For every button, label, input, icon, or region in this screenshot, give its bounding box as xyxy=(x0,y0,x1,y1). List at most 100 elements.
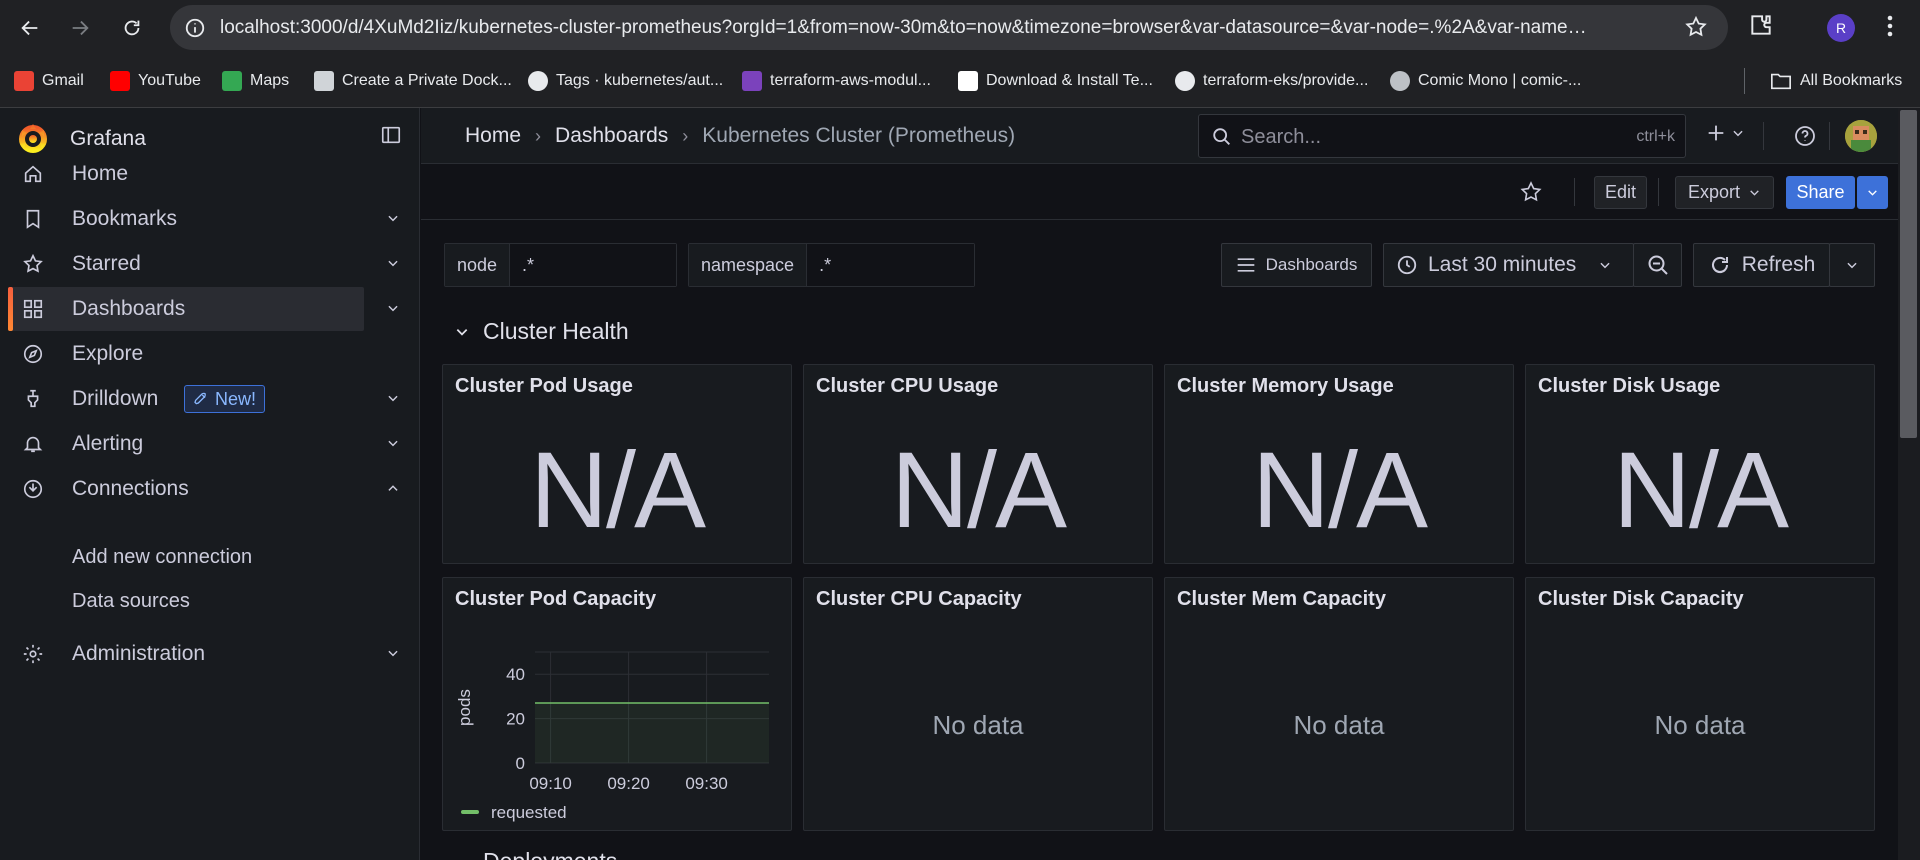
help-icon[interactable] xyxy=(1793,124,1817,148)
all-bookmarks-button[interactable]: All Bookmarks xyxy=(1770,71,1902,91)
chevron-down-icon[interactable] xyxy=(386,301,400,315)
data-sources-link[interactable]: Data sources xyxy=(72,590,190,613)
bookmark-label: Download & Install Te... xyxy=(986,72,1153,89)
chevron-down-icon[interactable] xyxy=(386,646,400,660)
top-nav-bar: Home › Dashboards › Kubernetes Cluster (… xyxy=(421,108,1900,164)
share-button[interactable]: Share xyxy=(1786,176,1855,209)
sidebar-item-dashboards[interactable]: Dashboards xyxy=(8,287,398,331)
bookmark-item[interactable]: Tags · kubernetes/aut... xyxy=(528,71,723,91)
clock-icon xyxy=(1397,255,1417,275)
variable-node-input[interactable]: .* xyxy=(510,244,676,286)
github-icon xyxy=(528,71,548,91)
extensions-icon[interactable] xyxy=(1748,12,1774,38)
sidebar-item-starred[interactable]: Starred xyxy=(8,242,398,286)
row-cluster-health[interactable]: Cluster Health xyxy=(455,318,629,345)
breadcrumb-separator-icon: › xyxy=(535,125,542,146)
sidebar-item-bookmarks[interactable]: Bookmarks xyxy=(8,197,398,241)
bookmark-item[interactable]: Maps xyxy=(222,71,289,91)
add-new-connection-link[interactable]: Add new connection xyxy=(72,546,252,569)
sidebar-item-connections[interactable]: Connections xyxy=(8,467,398,511)
series-area xyxy=(535,703,769,763)
reload-button[interactable] xyxy=(116,12,148,44)
back-button[interactable] xyxy=(14,12,46,44)
refresh-button[interactable]: Refresh xyxy=(1693,243,1830,287)
panel-cluster-pod-capacity[interactable]: Cluster Pod Capacity 0 20 40 09:10 09:20 09:3… xyxy=(442,577,792,831)
new-menu-button[interactable] xyxy=(1705,122,1745,144)
bookmark-item[interactable]: Create a Private Dock... xyxy=(314,71,512,91)
sidebar-item-label: Administration xyxy=(72,642,206,665)
bookmark-item[interactable]: terraform-eks/provide... xyxy=(1175,71,1368,91)
bookmark-item[interactable]: Comic Mono | comic-... xyxy=(1390,71,1581,91)
globe-icon xyxy=(1390,71,1410,91)
time-range-picker[interactable]: Last 30 minutes xyxy=(1383,243,1634,287)
search-input[interactable]: Search... ctrl+k xyxy=(1198,114,1686,158)
breadcrumb-dashboards[interactable]: Dashboards xyxy=(555,124,668,148)
plus-icon xyxy=(1708,125,1724,141)
sidebar-item-administration[interactable]: Administration xyxy=(8,632,398,676)
panel-title: Cluster Pod Usage xyxy=(455,375,633,397)
scrollbar-thumb[interactable] xyxy=(1900,110,1917,438)
page-scrollbar[interactable] xyxy=(1898,108,1920,860)
refresh-label: Refresh xyxy=(1741,253,1816,276)
site-info-icon[interactable] xyxy=(184,17,206,39)
dashboards-links-button[interactable]: Dashboards xyxy=(1221,243,1372,287)
connections-icon xyxy=(23,479,43,499)
panel-cluster-cpu-usage[interactable]: Cluster CPU Usage N/A xyxy=(803,364,1153,564)
address-bar[interactable]: localhost:3000/d/4XuMd2Iiz/kubernetes-cl… xyxy=(170,5,1728,50)
variable-label: namespace xyxy=(689,244,808,286)
panel-title: Cluster Memory Usage xyxy=(1177,375,1394,397)
sidebar-item-label: Drilldown xyxy=(72,387,159,410)
grafana-home-link[interactable]: Grafana xyxy=(16,122,146,156)
bookmark-item[interactable]: terraform-aws-modul... xyxy=(742,71,931,91)
sidebar-item-home[interactable]: Home xyxy=(8,152,364,196)
chevron-down-icon[interactable] xyxy=(386,436,400,450)
folder-icon xyxy=(1771,73,1791,90)
row-title: Cluster Health xyxy=(483,318,629,344)
sidebar-item-alerting[interactable]: Alerting xyxy=(8,422,398,466)
all-bookmarks-label: All Bookmarks xyxy=(1800,72,1903,89)
sidebar-item-drilldown[interactable]: Drilldown New! xyxy=(8,377,398,421)
chevron-down-icon[interactable] xyxy=(386,256,400,270)
bookmark-item[interactable]: YouTube xyxy=(110,71,201,91)
row-deployments[interactable]: Deployments xyxy=(483,848,617,860)
sidebar-item-label: Bookmarks xyxy=(72,207,178,230)
refresh-interval-picker[interactable] xyxy=(1829,243,1875,287)
share-menu-button[interactable] xyxy=(1857,176,1888,209)
panel-cluster-disk-usage[interactable]: Cluster Disk Usage N/A xyxy=(1525,364,1875,564)
stat-value: N/A xyxy=(1251,429,1428,550)
url-text[interactable]: localhost:3000/d/4XuMd2Iiz/kubernetes-cl… xyxy=(220,17,1820,39)
breadcrumb: Home › Dashboards › Kubernetes Cluster (… xyxy=(465,124,1015,148)
sidebar-item-label: Starred xyxy=(72,252,141,275)
edit-button[interactable]: Edit xyxy=(1594,176,1647,209)
forward-button[interactable] xyxy=(64,12,96,44)
chevron-down-icon xyxy=(456,328,468,336)
chevron-down-icon[interactable] xyxy=(386,391,400,405)
panel-cluster-disk-capacity[interactable]: Cluster Disk Capacity No data xyxy=(1525,577,1875,831)
sidebar-item-explore[interactable]: Explore xyxy=(8,332,364,376)
breadcrumb-home[interactable]: Home xyxy=(465,124,521,148)
mark-favorite-icon[interactable] xyxy=(1519,180,1543,204)
panel-cluster-cpu-capacity[interactable]: Cluster CPU Capacity No data xyxy=(803,577,1153,831)
compass-icon xyxy=(23,344,43,364)
youtube-icon xyxy=(110,71,130,91)
bookmark-label: YouTube xyxy=(138,72,201,89)
bookmark-item[interactable]: Download & Install Te... xyxy=(958,71,1153,91)
bookmark-star-icon[interactable] xyxy=(1684,15,1708,39)
panel-cluster-mem-capacity[interactable]: Cluster Mem Capacity No data xyxy=(1164,577,1514,831)
browser-menu-icon[interactable] xyxy=(1878,12,1902,40)
bookmark-item[interactable]: Gmail xyxy=(14,71,84,91)
panel-cluster-memory-usage[interactable]: Cluster Memory Usage N/A xyxy=(1164,364,1514,564)
panel-cluster-pod-usage[interactable]: Cluster Pod Usage N/A xyxy=(442,364,792,564)
chevron-down-icon[interactable] xyxy=(386,211,400,225)
user-avatar[interactable] xyxy=(1845,120,1877,152)
profile-avatar[interactable]: R xyxy=(1827,14,1855,42)
chevron-down-icon xyxy=(1733,130,1743,137)
reload-icon xyxy=(124,20,140,36)
chevron-up-icon[interactable] xyxy=(386,481,400,495)
zoom-out-button[interactable] xyxy=(1633,243,1682,287)
variable-namespace-input[interactable]: .* xyxy=(807,244,974,286)
legend-label[interactable]: requested xyxy=(491,803,567,822)
dock-menu-icon[interactable] xyxy=(380,124,402,146)
export-button[interactable]: Export xyxy=(1675,176,1774,209)
panel-title: Cluster CPU Usage xyxy=(816,375,999,397)
